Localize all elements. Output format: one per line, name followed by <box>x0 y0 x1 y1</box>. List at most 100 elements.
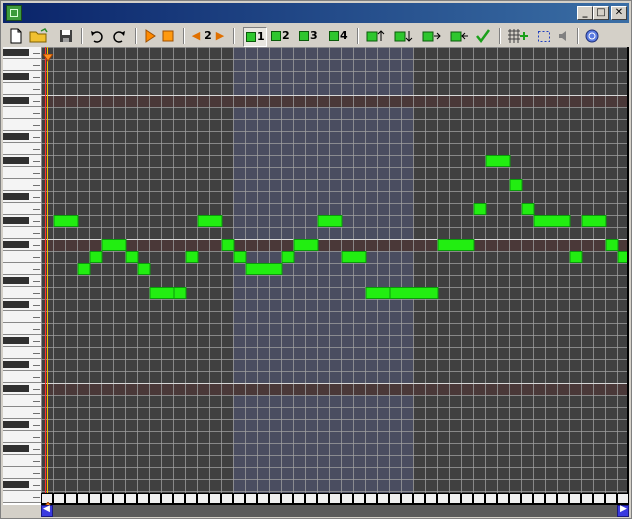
note-block[interactable] <box>293 239 319 251</box>
ruler-cell[interactable] <box>318 494 328 503</box>
note-block[interactable] <box>569 251 583 263</box>
playhead-marker-icon[interactable] <box>42 47 54 62</box>
new-file-icon[interactable] <box>9 27 25 45</box>
ruler-cell[interactable] <box>426 494 436 503</box>
ruler-cell[interactable] <box>282 494 292 503</box>
note-block[interactable] <box>173 287 187 299</box>
note-block[interactable] <box>53 215 79 227</box>
note-block[interactable] <box>233 251 247 263</box>
note-block[interactable] <box>77 263 91 275</box>
black-key[interactable] <box>3 157 29 164</box>
select-rect-icon[interactable] <box>537 27 553 45</box>
ruler-cell[interactable] <box>210 494 220 503</box>
note-block[interactable] <box>533 215 571 227</box>
channel-2-button[interactable]: 2 <box>269 27 291 45</box>
note-right-icon[interactable] <box>421 27 443 45</box>
ruler-cell[interactable] <box>150 494 160 503</box>
help-icon[interactable] <box>585 27 601 45</box>
note-block[interactable] <box>365 287 391 299</box>
ruler-cell[interactable] <box>498 494 508 503</box>
timeline-ruler[interactable] <box>41 493 628 505</box>
black-key[interactable] <box>3 337 29 344</box>
stop-icon[interactable] <box>161 27 177 45</box>
ruler-cell[interactable] <box>486 494 496 503</box>
ruler-cell[interactable] <box>246 494 256 503</box>
note-block[interactable] <box>281 251 295 263</box>
octave-next-button[interactable]: ▶ <box>215 27 225 45</box>
title-bar[interactable]: _ □ ✕ <box>3 3 629 23</box>
black-key[interactable] <box>3 97 29 104</box>
note-block[interactable] <box>485 155 511 167</box>
note-block[interactable] <box>125 251 139 263</box>
note-block[interactable] <box>245 263 283 275</box>
ruler-cell[interactable] <box>414 494 424 503</box>
ruler-cell[interactable] <box>534 494 544 503</box>
note-block[interactable] <box>101 239 127 251</box>
close-button[interactable]: ✕ <box>611 6 627 20</box>
ruler-cell[interactable] <box>294 494 304 503</box>
black-key[interactable] <box>3 301 29 308</box>
note-block[interactable] <box>341 251 367 263</box>
horizontal-scrollbar[interactable]: ◀ ▶ <box>41 504 629 517</box>
black-key[interactable] <box>3 49 29 56</box>
black-key[interactable] <box>3 133 29 140</box>
note-block[interactable] <box>197 215 223 227</box>
ruler-cell[interactable] <box>306 494 316 503</box>
ruler-cell[interactable] <box>594 494 604 503</box>
minimize-button[interactable]: _ <box>577 6 593 20</box>
note-block[interactable] <box>317 215 343 227</box>
black-key[interactable] <box>3 421 29 428</box>
black-key[interactable] <box>3 361 29 368</box>
maximize-button[interactable]: □ <box>593 6 609 20</box>
note-grid[interactable] <box>41 47 627 493</box>
grid-add-icon[interactable] <box>507 27 531 45</box>
ruler-cell[interactable] <box>54 494 64 503</box>
note-block[interactable] <box>581 215 607 227</box>
note-block[interactable] <box>149 287 175 299</box>
black-key[interactable] <box>3 193 29 200</box>
black-key[interactable] <box>3 277 29 284</box>
save-disk-icon[interactable] <box>59 27 75 45</box>
ruler-cell[interactable] <box>222 494 232 503</box>
ruler-cell[interactable] <box>78 494 88 503</box>
channel-3-button[interactable]: 3 <box>297 27 319 45</box>
note-block[interactable] <box>221 239 235 251</box>
note-block[interactable] <box>437 239 475 251</box>
ruler-cell[interactable] <box>582 494 592 503</box>
ruler-cell[interactable] <box>618 494 628 503</box>
note-block[interactable] <box>509 179 523 191</box>
scroll-left-button[interactable]: ◀ <box>41 504 53 517</box>
note-block[interactable] <box>521 203 535 215</box>
cursor-marker-icon[interactable] <box>43 495 53 505</box>
ruler-cell[interactable] <box>354 494 364 503</box>
black-key[interactable] <box>3 217 29 224</box>
black-key[interactable] <box>3 385 29 392</box>
speaker-icon[interactable] <box>557 27 573 45</box>
note-block[interactable] <box>89 251 103 263</box>
ruler-cell[interactable] <box>558 494 568 503</box>
ruler-cell[interactable] <box>90 494 100 503</box>
ruler-cell[interactable] <box>162 494 172 503</box>
ruler-cell[interactable] <box>546 494 556 503</box>
ruler-cell[interactable] <box>138 494 148 503</box>
ruler-cell[interactable] <box>342 494 352 503</box>
note-block[interactable] <box>473 203 487 215</box>
ruler-cell[interactable] <box>102 494 112 503</box>
channel-1-button[interactable]: 1 <box>243 27 267 47</box>
ruler-cell[interactable] <box>510 494 520 503</box>
check-icon[interactable] <box>475 27 493 45</box>
undo-icon[interactable] <box>89 27 107 45</box>
ruler-cell[interactable] <box>450 494 460 503</box>
play-icon[interactable] <box>143 27 159 45</box>
ruler-cell[interactable] <box>402 494 412 503</box>
ruler-cell[interactable] <box>570 494 580 503</box>
channel-4-button[interactable]: 4 <box>327 27 349 45</box>
note-down-icon[interactable] <box>393 27 415 45</box>
ruler-cell[interactable] <box>258 494 268 503</box>
ruler-cell[interactable] <box>378 494 388 503</box>
ruler-cell[interactable] <box>474 494 484 503</box>
octave-prev-button[interactable]: ◀ <box>191 27 201 45</box>
ruler-cell[interactable] <box>66 494 76 503</box>
ruler-cell[interactable] <box>114 494 124 503</box>
piano-keyboard[interactable] <box>3 47 41 505</box>
